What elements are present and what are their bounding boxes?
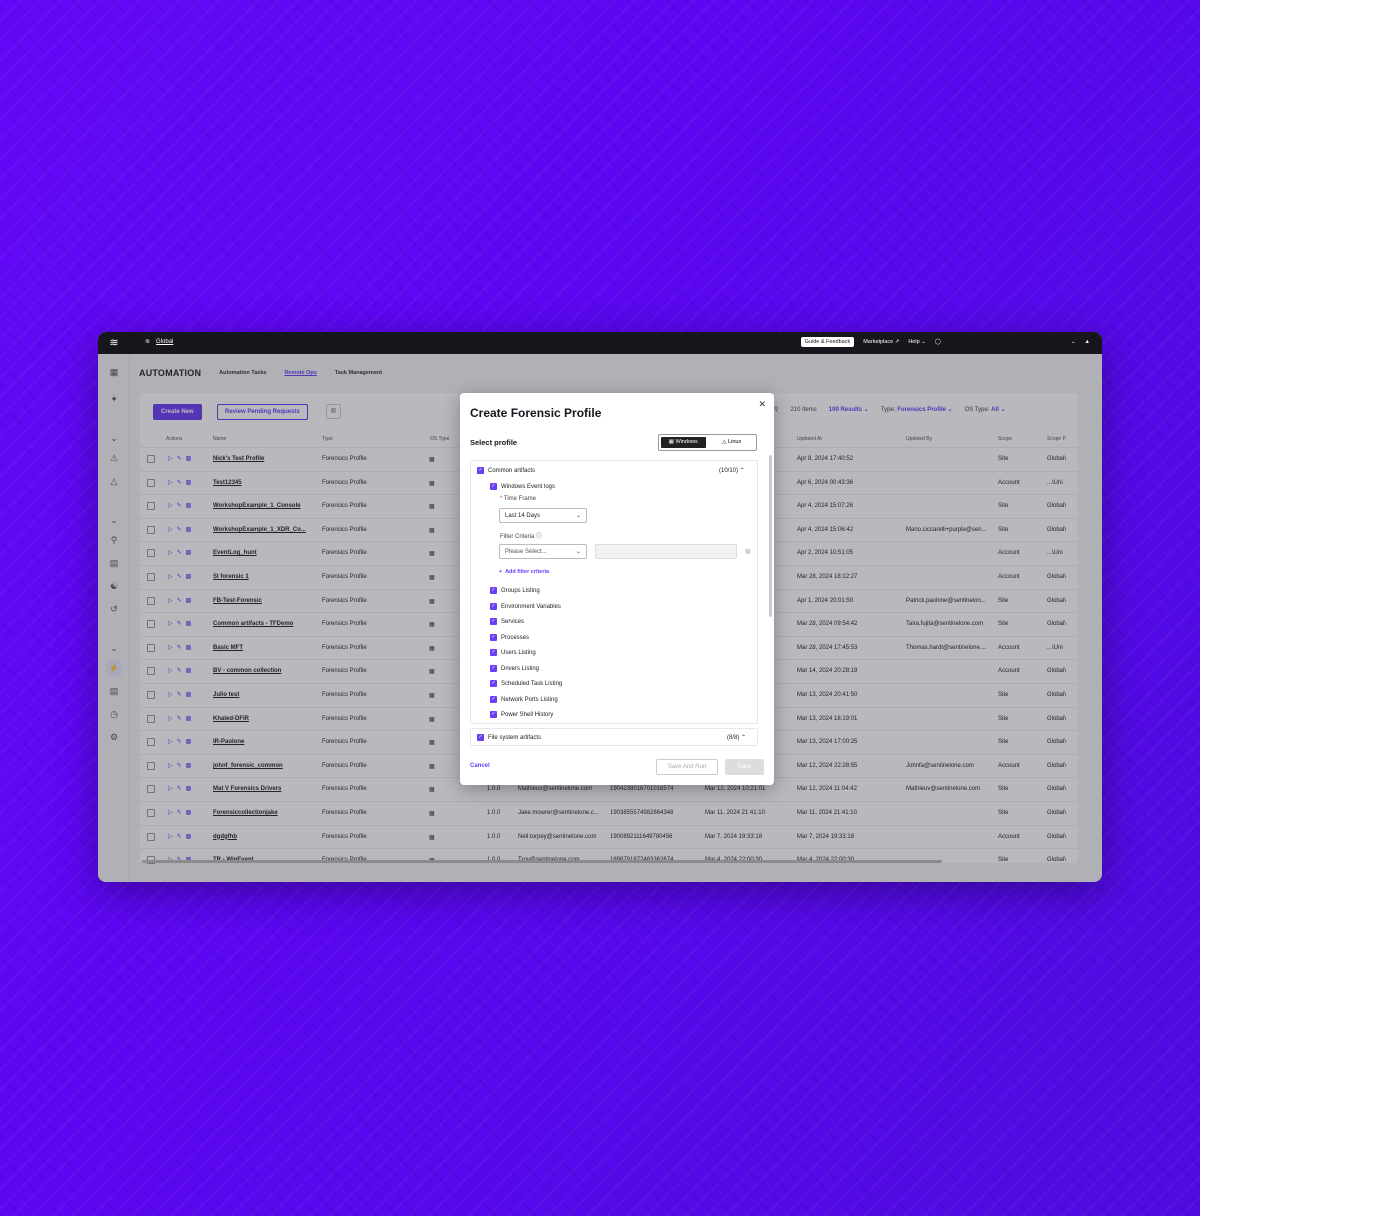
- check-icon: ✓: [490, 695, 497, 703]
- artifact-label: Drivers Listing: [501, 665, 540, 672]
- check-icon: ✓: [477, 734, 484, 741]
- artifact-label: Services: [501, 619, 525, 626]
- check-icon: ✓: [490, 602, 497, 610]
- linux-icon: △: [722, 439, 727, 445]
- top-bar: ≋ ≋ Global Guide & Feedback Marketplace ↗…: [98, 332, 1102, 354]
- save-button[interactable]: Save: [725, 759, 764, 775]
- artifact-checkbox[interactable]: ✓ Groups Listing: [490, 587, 540, 594]
- filter-criteria-text: Filter Criteria: [500, 534, 535, 540]
- artifact-list: ✓ Common artifacts (10/10) ⌃ ✓ Windows Eve…: [470, 460, 758, 724]
- close-icon[interactable]: ✕: [758, 399, 766, 410]
- check-icon: ✓: [490, 711, 497, 718]
- artifact-label: Groups Listing: [501, 588, 540, 595]
- common-count-label: (10/10): [719, 468, 739, 474]
- fs-count-label: (8/8): [727, 735, 740, 741]
- cancel-button[interactable]: Cancel: [470, 763, 490, 769]
- artifact-checkbox[interactable]: ✓ Users Listing: [490, 649, 536, 656]
- artifact-label: Users Listing: [501, 650, 536, 657]
- scope-label[interactable]: Global: [156, 339, 173, 345]
- os-windows-option[interactable]: ▦ Windows: [661, 437, 706, 448]
- file-system-count: (8/8) ⌃: [727, 735, 747, 741]
- artifact-checkbox[interactable]: ✓ Services: [490, 618, 524, 625]
- user-icon[interactable]: ◯: [935, 339, 941, 345]
- time-frame-label: * Time Frame: [500, 496, 537, 502]
- time-frame-text: Time Frame: [503, 496, 537, 502]
- notifications-icon[interactable]: ▲: [1085, 339, 1090, 345]
- file-system-label: File system artifacts: [488, 735, 542, 742]
- artifact-label: Network Ports Listing: [501, 696, 558, 703]
- delete-filter-icon[interactable]: ▩: [745, 548, 751, 555]
- check-icon: ✓: [490, 618, 497, 625]
- scope-selector[interactable]: ≋ Global: [145, 338, 173, 346]
- artifact-checkbox[interactable]: ✓ Environment Variables: [490, 602, 561, 610]
- artifact-label: Power Shell History: [501, 712, 554, 719]
- common-artifacts-checkbox[interactable]: ✓ Common artifacts: [477, 467, 535, 474]
- artifact-checkbox[interactable]: ✓ Power Shell History: [490, 711, 553, 718]
- chevron-down-icon: ⌄: [575, 549, 581, 555]
- file-system-checkbox[interactable]: ✓ File system artifacts: [477, 734, 541, 741]
- os-windows-label: Windows: [675, 439, 698, 445]
- create-forensic-profile-dialog: ✕ Create Forensic Profile Select profile…: [460, 393, 774, 785]
- check-icon: ✓: [477, 467, 484, 474]
- chevron-down-icon: ⌄: [575, 513, 581, 519]
- external-link-icon: ↗: [894, 339, 900, 345]
- artifact-checkbox[interactable]: ✓ Scheduled Task Listing: [490, 680, 562, 687]
- dialog-scrollbar[interactable]: [769, 455, 772, 617]
- dialog-title: Create Forensic Profile: [470, 406, 602, 420]
- check-icon: ✓: [490, 664, 497, 672]
- check-icon: ✓: [490, 649, 497, 656]
- artifact-checkbox[interactable]: ✓ Network Ports Listing: [490, 695, 558, 703]
- filter-criteria-select[interactable]: Please Select... ⌄: [499, 544, 587, 559]
- info-icon: ⓘ: [536, 534, 543, 540]
- file-system-section: ✓ File system artifacts (8/8) ⌃: [470, 728, 758, 746]
- artifact-label: Environment Variables: [501, 603, 561, 610]
- sentinelone-logo-icon[interactable]: ≋: [108, 336, 120, 350]
- help-label: Help: [908, 339, 920, 345]
- artifact-checkbox[interactable]: ✓ Processes: [490, 633, 530, 641]
- os-linux-option[interactable]: △ Linux: [710, 437, 755, 448]
- marketplace-link[interactable]: Marketplace ↗: [863, 339, 899, 345]
- artifact-label: Scheduled Task Listing: [501, 681, 563, 688]
- guide-feedback-button[interactable]: Guide & Feedback: [800, 337, 855, 347]
- windows-icon: ▦: [668, 439, 674, 445]
- save-and-run-button[interactable]: Save And Run: [656, 759, 718, 775]
- filter-criteria-label: Filter Criteria ⓘ: [500, 531, 542, 540]
- event-logs-label: Windows Event logs: [501, 484, 556, 491]
- event-logs-checkbox[interactable]: ✓ Windows Event logs: [490, 483, 555, 490]
- filter-placeholder: Please Select...: [505, 549, 547, 555]
- chevron-down-icon[interactable]: ⌄: [1071, 339, 1076, 345]
- os-segmented-control: ▦ Windows △ Linux: [658, 434, 757, 451]
- check-icon: ✓: [490, 633, 497, 641]
- select-profile-label: Select profile: [470, 438, 518, 447]
- common-artifacts-count: (10/10) ⌃: [719, 468, 745, 474]
- add-filter-label: Add filter criteria: [505, 569, 550, 575]
- check-icon: ✓: [490, 483, 497, 490]
- time-frame-select[interactable]: Last 14 Days ⌄: [499, 508, 587, 523]
- layers-icon: ≋: [145, 339, 151, 345]
- artifact-checkbox[interactable]: ✓ Drivers Listing: [490, 664, 540, 672]
- check-icon: ✓: [490, 680, 497, 687]
- os-linux-label: Linux: [728, 439, 742, 445]
- add-filter-link[interactable]: + Add filter criteria: [499, 569, 549, 575]
- help-menu[interactable]: Help ⌄: [908, 339, 925, 345]
- artifact-label: Processes: [501, 634, 530, 641]
- time-frame-value: Last 14 Days: [505, 513, 541, 519]
- marketplace-label: Marketplace: [863, 339, 894, 345]
- check-icon: ✓: [490, 587, 497, 594]
- common-artifacts-label: Common artifacts: [488, 468, 536, 475]
- filter-value-input[interactable]: [595, 544, 737, 559]
